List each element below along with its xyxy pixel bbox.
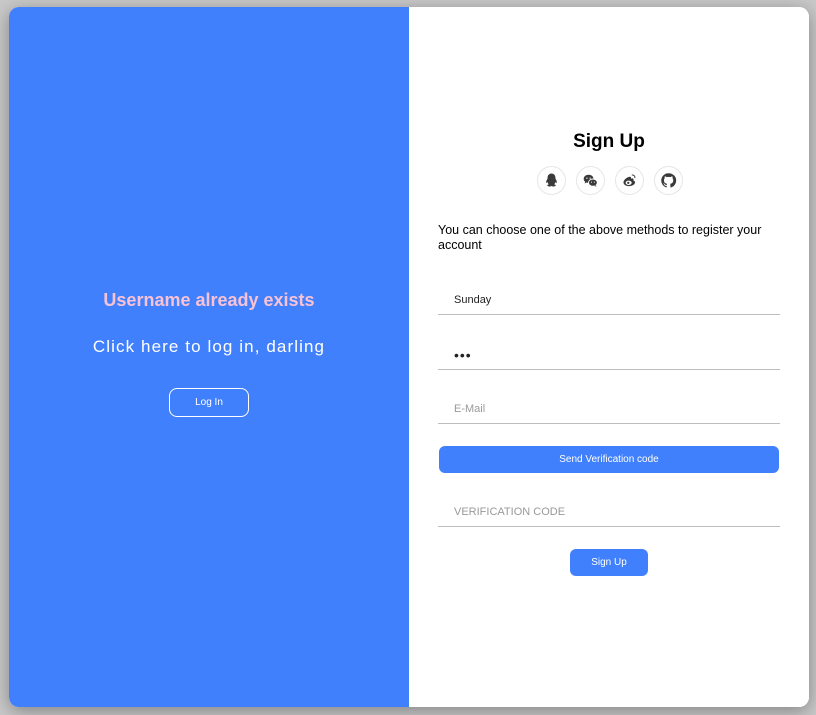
weibo-button[interactable]: [615, 166, 644, 195]
social-login-row: [537, 166, 683, 195]
send-verification-code-button[interactable]: Send Verification code: [439, 446, 779, 473]
signup-title: Sign Up: [573, 131, 645, 152]
password-input[interactable]: [438, 340, 780, 370]
signup-submit-button[interactable]: Sign Up: [570, 549, 648, 576]
wechat-button[interactable]: [576, 166, 605, 195]
username-input[interactable]: [438, 285, 780, 315]
login-button[interactable]: Log In: [169, 388, 249, 417]
signup-description: You can choose one of the above methods …: [438, 223, 762, 252]
weibo-icon: [623, 174, 636, 187]
login-hint-text: Click here to log in, darling: [92, 337, 326, 356]
signup-panel: Sign Up You can choose one of the above …: [409, 7, 809, 707]
github-button[interactable]: [654, 166, 683, 195]
username-exists-message: Username already exists: [103, 290, 315, 310]
email-input[interactable]: [438, 394, 780, 424]
qq-icon: [546, 173, 557, 187]
github-icon: [661, 173, 677, 188]
verification-code-input[interactable]: [438, 497, 780, 527]
login-prompt-panel: Username already exists Click here to lo…: [9, 7, 409, 707]
auth-card: Username already exists Click here to lo…: [9, 7, 809, 707]
wechat-icon: [583, 174, 598, 187]
qq-button[interactable]: [537, 166, 566, 195]
